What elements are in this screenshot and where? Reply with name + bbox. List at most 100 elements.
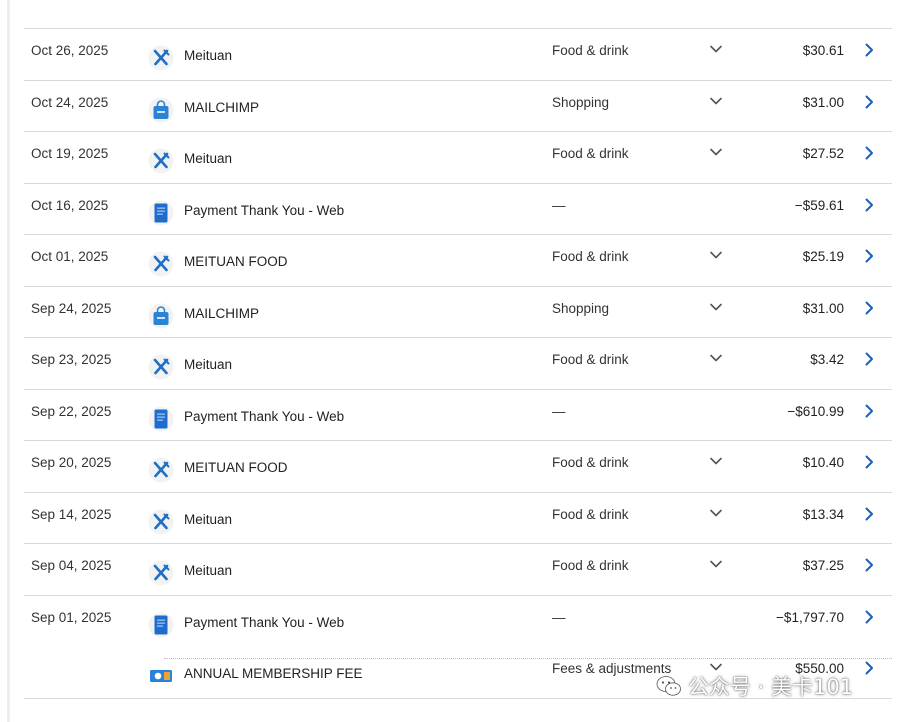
transaction-amount: $13.34	[802, 506, 844, 522]
transaction-row[interactable]: Sep 22, 2025 Payment Thank You - Web — −$61…	[24, 390, 892, 441]
transaction-details-chevron-right-icon[interactable]	[862, 557, 876, 573]
transaction-details-chevron-right-icon[interactable]	[862, 609, 876, 625]
payment-icon	[148, 406, 174, 432]
transaction-date: Oct 24, 2025	[31, 94, 109, 110]
transaction-amount: $10.40	[802, 455, 844, 470]
transaction-amount: −$1,797.70	[776, 609, 844, 625]
transaction-date: Sep 14, 2025	[31, 506, 112, 522]
transaction-date: Sep 23, 2025	[31, 352, 112, 367]
transaction-amount: $31.00	[802, 300, 844, 316]
transaction-row[interactable]: Oct 16, 2025 Payment Thank You - Web — −$59…	[24, 184, 892, 235]
merchant-name: Meituan	[184, 563, 233, 578]
sub-row-divider	[164, 658, 892, 659]
category-dropdown-chevron-down-icon[interactable]	[708, 350, 724, 366]
merchant-name: MAILCHIMP	[184, 99, 260, 115]
category-dropdown-chevron-down-icon[interactable]	[708, 299, 724, 315]
transaction-amount: $25.19	[802, 249, 844, 264]
transaction-details-chevron-right-icon[interactable]	[862, 454, 876, 470]
transaction-details-chevron-right-icon[interactable]	[862, 351, 876, 367]
category-label: Fees & adjustments	[552, 661, 672, 676]
category-label: —	[552, 609, 566, 625]
category-label: Food & drink	[552, 43, 629, 58]
transaction-amount: −$59.61	[794, 197, 844, 213]
transaction-row[interactable]: Oct 24, 2025 MAILCHIMP Shopping $31.00	[24, 81, 892, 132]
food-icon	[148, 148, 174, 174]
transaction-amount: $30.61	[802, 43, 844, 58]
transaction-date: Oct 19, 2025	[31, 146, 109, 161]
transaction-date: Oct 16, 2025	[31, 197, 109, 213]
food-icon	[148, 457, 174, 483]
category-label: Food & drink	[552, 146, 629, 161]
transaction-date: Sep 20, 2025	[31, 455, 112, 470]
watermark-text: 公众号 · 美卡101	[688, 675, 854, 699]
transaction-details-chevron-right-icon[interactable]	[862, 300, 876, 316]
transaction-row[interactable]: Sep 01, 2025 Payment Thank You - Web — −$1,…	[24, 596, 892, 648]
transaction-date: Oct 01, 2025	[31, 249, 109, 264]
transaction-row[interactable]: Sep 04, 2025 Meituan Food & drink $37.25	[24, 544, 892, 596]
payment-icon	[148, 200, 174, 226]
transaction-details-chevron-right-icon[interactable]	[862, 660, 876, 676]
transaction-list: Oct 26, 2025 Meituan Food & drink $30.61 Oct…	[24, 28, 892, 699]
transaction-row[interactable]: Sep 20, 2025 MEITUAN FOOD Food & drink $10.…	[24, 441, 892, 493]
transaction-row[interactable]: Oct 26, 2025 Meituan Food & drink $30.61	[24, 29, 892, 81]
transaction-row[interactable]: Sep 14, 2025 Meituan Food & drink $13.34	[24, 493, 892, 544]
transaction-amount: $3.42	[810, 352, 844, 367]
category-dropdown-chevron-down-icon[interactable]	[708, 556, 724, 572]
transaction-details-chevron-right-icon[interactable]	[862, 94, 876, 110]
merchant-name: Payment Thank You - Web	[184, 614, 345, 630]
shopping-bag-icon	[148, 303, 174, 329]
transaction-details-chevron-right-icon[interactable]	[862, 506, 876, 522]
category-label: Food & drink	[552, 506, 629, 522]
transaction-amount: −$610.99	[787, 403, 844, 419]
payment-icon	[148, 612, 174, 638]
transaction-amount: $27.52	[802, 146, 844, 161]
food-icon	[148, 251, 174, 277]
transaction-row[interactable]: Sep 24, 2025 MAILCHIMP Shopping $31.00	[24, 287, 892, 338]
transaction-row[interactable]: Oct 01, 2025 MEITUAN FOOD Food & drink $25.…	[24, 235, 892, 287]
category-label: —	[552, 403, 566, 419]
transaction-details-chevron-right-icon[interactable]	[862, 248, 876, 264]
merchant-name: MEITUAN FOOD	[184, 254, 288, 269]
transaction-date: Sep 24, 2025	[31, 300, 112, 316]
merchant-name: Meituan	[184, 511, 233, 527]
merchant-name: MEITUAN FOOD	[184, 460, 288, 475]
merchant-name: Meituan	[184, 357, 233, 372]
shopping-bag-icon	[148, 97, 174, 123]
category-label: Food & drink	[552, 558, 629, 573]
fee-icon	[148, 663, 174, 689]
food-icon	[148, 354, 174, 380]
transaction-details-chevron-right-icon[interactable]	[862, 403, 876, 419]
transaction-details-chevron-right-icon[interactable]	[862, 42, 876, 58]
wechat-icon	[656, 676, 681, 696]
category-dropdown-chevron-down-icon[interactable]	[708, 505, 724, 521]
merchant-name: ANNUAL MEMBERSHIP FEE	[184, 666, 363, 681]
category-label: Shopping	[552, 300, 610, 316]
category-dropdown-chevron-down-icon[interactable]	[708, 247, 724, 263]
category-dropdown-chevron-down-icon[interactable]	[708, 41, 724, 57]
watermark: 公众号 · 美卡101	[656, 672, 853, 700]
transaction-row[interactable]: Oct 19, 2025 Meituan Food & drink $27.52	[24, 132, 892, 184]
transaction-date: Oct 26, 2025	[31, 43, 109, 58]
merchant-name: MAILCHIMP	[184, 305, 260, 321]
transaction-date: Sep 22, 2025	[31, 403, 112, 419]
merchant-name: Payment Thank You - Web	[184, 408, 345, 424]
left-divider	[7, 0, 10, 722]
category-label: Food & drink	[552, 249, 629, 264]
category-dropdown-chevron-down-icon[interactable]	[708, 93, 724, 109]
food-icon	[148, 560, 174, 586]
merchant-name: Payment Thank You - Web	[184, 202, 345, 218]
category-dropdown-chevron-down-icon[interactable]	[708, 144, 724, 160]
merchant-name: Meituan	[184, 48, 233, 63]
merchant-name: Meituan	[184, 151, 233, 166]
transaction-details-chevron-right-icon[interactable]	[862, 145, 876, 161]
transaction-date: Sep 04, 2025	[31, 558, 112, 573]
category-dropdown-chevron-down-icon[interactable]	[708, 453, 724, 469]
category-label: Food & drink	[552, 455, 629, 470]
food-icon	[148, 45, 174, 71]
food-icon	[148, 509, 174, 535]
transaction-row[interactable]: Sep 23, 2025 Meituan Food & drink $3.42	[24, 338, 892, 390]
category-label: Shopping	[552, 94, 610, 110]
transaction-amount: $37.25	[802, 558, 844, 573]
transaction-details-chevron-right-icon[interactable]	[862, 197, 876, 213]
category-label: —	[552, 197, 566, 213]
